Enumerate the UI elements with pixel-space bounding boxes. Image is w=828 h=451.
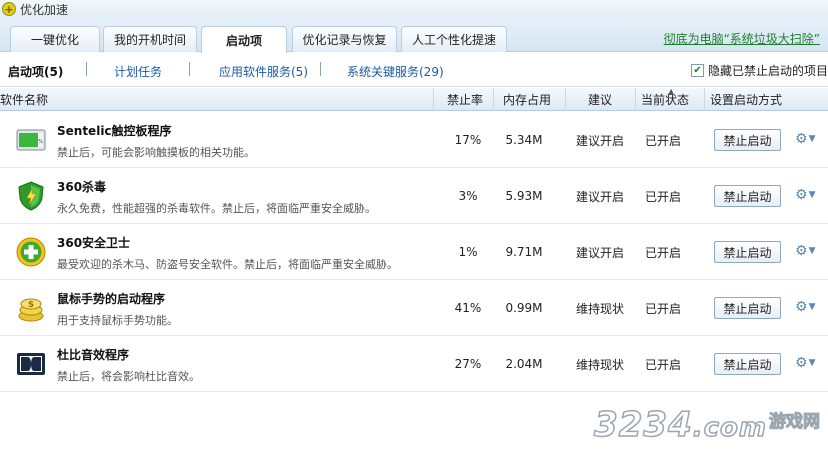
table-row[interactable]: 杜比音效程序 禁止后，将会影响杜比音效。 27% 2.04M 维持现状 已开启 … [0, 336, 828, 392]
subnav-app-services[interactable]: 应用软件服务(5) [219, 63, 308, 80]
row-status: 已开启 [644, 133, 681, 148]
row-description: 禁止后，将会影响杜比音效。 [57, 370, 200, 383]
row-advice: 维持现状 [575, 357, 624, 372]
watermark-domain: .com [692, 412, 767, 444]
row-settings-menu[interactable]: ⚙ ▼ [795, 244, 815, 258]
subnav-divider [320, 62, 321, 76]
table-row[interactable]: 360杀毒 永久免费，性能超强的杀毒软件。禁止后，将面临严重安全威胁。 3% 5… [0, 168, 828, 224]
gear-icon: ⚙ [795, 131, 808, 147]
row-description: 禁止后，可能会影响触摸板的相关功能。 [57, 146, 255, 159]
gear-icon: ⚙ [795, 355, 808, 371]
chevron-down-icon: ▼ [808, 246, 816, 256]
row-advice: 建议开启 [575, 133, 624, 148]
sub-navigation: 启动项(5) 计划任务 应用软件服务(5) 系统关键服务(29) ✔ 隐藏已禁止… [0, 53, 828, 87]
chevron-down-icon: ▼ [808, 190, 816, 200]
tab-strip: 一键优化 我的开机时间 启动项 优化记录与恢复 人工个性化提速 彻底为电脑“系统… [0, 18, 828, 53]
row-memory: 0.99M [505, 301, 543, 315]
svg-text:S: S [28, 300, 34, 309]
table-row[interactable]: % Sentelic触控板程序 禁止后，可能会影响触摸板的相关功能。 17% 5… [0, 112, 828, 168]
row-memory: 2.04M [505, 357, 543, 371]
row-name: 鼠标手势的启动程序 [57, 292, 166, 306]
chevron-down-icon: ▼ [808, 302, 816, 312]
chevron-down-icon: ▼ [808, 134, 816, 144]
sort-indicator-icon: ▲ [668, 87, 675, 96]
row-settings-menu[interactable]: ⚙ ▼ [795, 188, 815, 202]
system-cleanup-link[interactable]: 彻底为电脑“系统垃圾大扫除” [664, 30, 820, 47]
hide-disabled-checkbox[interactable]: ✔ [690, 64, 704, 77]
hide-disabled-label: 隐藏已禁止启动的项目 [707, 64, 828, 78]
column-header-status[interactable]: ▲ 当前状态 [635, 87, 704, 111]
gear-icon: ⚙ [795, 187, 808, 203]
table-row[interactable]: S 鼠标手势的启动程序 用于支持鼠标手势功能。 41% 0.99M 维持现状 已… [0, 280, 828, 336]
row-memory: 5.93M [505, 189, 543, 203]
row-status: 已开启 [644, 245, 681, 260]
chevron-down-icon: ▼ [808, 358, 816, 368]
subnav-system-services[interactable]: 系统关键服务(29) [347, 63, 444, 80]
tab-boot-time[interactable]: 我的开机时间 [103, 26, 197, 52]
watermark-site-name: 游戏网 [769, 412, 821, 433]
row-name: Sentelic触控板程序 [57, 124, 172, 138]
subnav-divider [189, 62, 190, 76]
mouse-gesture-icon: S [18, 298, 44, 322]
column-header-name[interactable]: 软件名称 [0, 88, 433, 111]
row-description: 永久免费，性能超强的杀毒软件。禁止后，将面临严重安全威胁。 [57, 202, 376, 215]
column-header-ban-rate[interactable]: 禁止率 [433, 88, 493, 111]
disable-startup-button[interactable]: 禁止启动 [714, 353, 781, 375]
tab-startup-items[interactable]: 启动项 [201, 26, 287, 53]
row-status: 已开启 [644, 189, 681, 204]
tab-optimize-history[interactable]: 优化记录与恢复 [292, 26, 397, 52]
table-row[interactable]: 360安全卫士 最受欢迎的杀木马、防盗号安全软件。禁止后，将面临严重安全威胁。 … [0, 224, 828, 280]
row-settings-menu[interactable]: ⚙ ▼ [795, 132, 815, 146]
row-memory: 5.34M [505, 133, 543, 147]
row-status: 已开启 [644, 357, 681, 372]
app-plus-icon: + [2, 2, 16, 16]
hide-disabled-option[interactable]: ✔ 隐藏已禁止启动的项目 [690, 62, 828, 79]
subnav-startup-items[interactable]: 启动项(5) [8, 63, 63, 80]
svg-text:%: % [38, 139, 43, 145]
row-advice: 维持现状 [575, 301, 624, 316]
watermark-number: 3234 [593, 404, 693, 446]
subnav-scheduled-tasks[interactable]: 计划任务 [114, 63, 162, 80]
disable-startup-button[interactable]: 禁止启动 [714, 185, 781, 207]
column-header-status-label: 当前状态 [641, 93, 690, 107]
row-description: 用于支持鼠标手势功能。 [57, 314, 178, 327]
gear-icon: ⚙ [795, 299, 808, 315]
dolby-icon [17, 353, 45, 375]
row-settings-menu[interactable]: ⚙ ▼ [795, 356, 815, 370]
window-title: 优化加速 [20, 2, 69, 17]
row-status: 已开启 [644, 301, 681, 316]
column-header-setting[interactable]: 设置启动方式 [704, 88, 828, 111]
touchpad-icon: % [16, 129, 46, 151]
row-settings-menu[interactable]: ⚙ ▼ [795, 300, 815, 314]
tab-manual-speedup[interactable]: 人工个性化提速 [401, 26, 507, 52]
title-bar: + 优化加速 [0, 0, 828, 18]
row-name: 杜比音效程序 [57, 348, 130, 362]
row-name: 360安全卫士 [57, 236, 131, 250]
disable-startup-button[interactable]: 禁止启动 [714, 129, 781, 151]
tab-one-click-optimize[interactable]: 一键优化 [10, 26, 100, 52]
table-header: 软件名称 禁止率 内存占用 建议 ▲ 当前状态 设置启动方式 [0, 87, 828, 111]
row-description: 最受欢迎的杀木马、防盗号安全软件。禁止后，将面临严重安全威胁。 [57, 258, 398, 271]
gear-icon: ⚙ [795, 243, 808, 259]
security-guard-icon [16, 237, 46, 267]
row-name: 360杀毒 [57, 180, 107, 194]
row-memory: 9.71M [505, 245, 543, 259]
site-watermark: 3234 .com 游戏网 [593, 404, 821, 446]
row-advice: 建议开启 [575, 245, 624, 260]
disable-startup-button[interactable]: 禁止启动 [714, 241, 781, 263]
column-header-advice[interactable]: 建议 [565, 88, 635, 111]
disable-startup-button[interactable]: 禁止启动 [714, 297, 781, 319]
antivirus-shield-icon [18, 181, 44, 211]
subnav-divider [86, 62, 87, 76]
column-header-memory[interactable]: 内存占用 [493, 88, 565, 111]
row-advice: 建议开启 [575, 189, 624, 204]
